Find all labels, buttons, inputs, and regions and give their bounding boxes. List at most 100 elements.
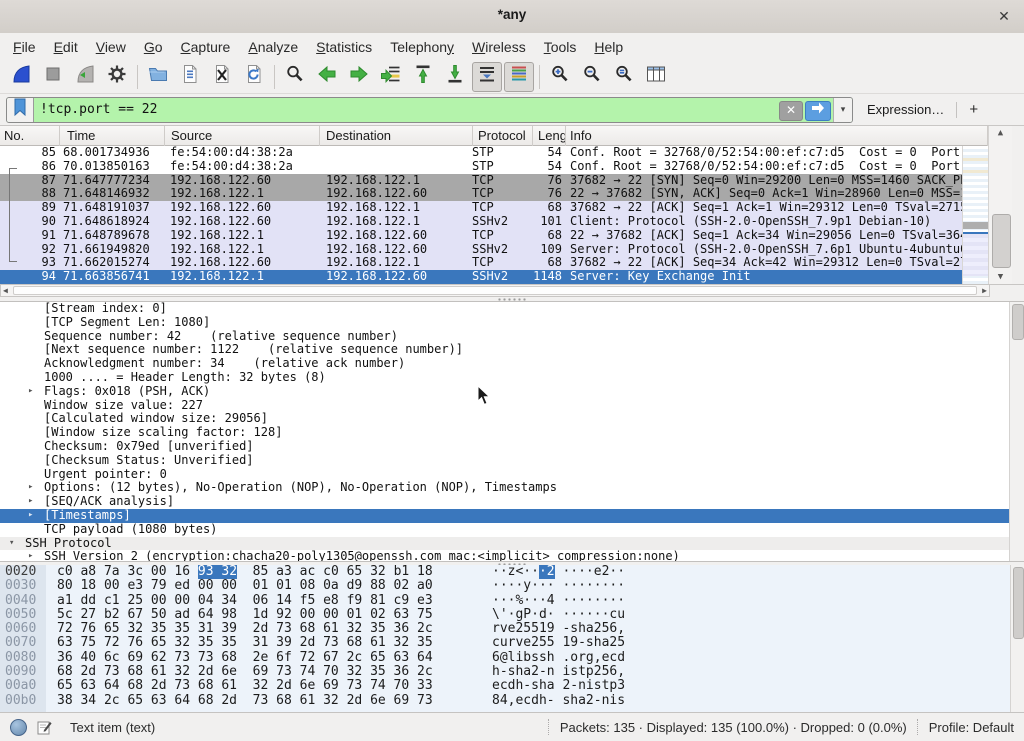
menu-tools[interactable]: Tools bbox=[535, 36, 586, 58]
detail-line-13[interactable]: ▸Options: (12 bytes), No-Operation (NOP)… bbox=[0, 481, 1024, 495]
scroll-left-icon[interactable]: ◀ bbox=[3, 285, 8, 296]
filter-dropdown-button[interactable]: ▾ bbox=[833, 98, 852, 122]
detail-line-4[interactable]: Acknowledgment number: 34 (relative ack … bbox=[0, 357, 1024, 371]
scroll-right-icon[interactable]: ▶ bbox=[982, 285, 987, 296]
hex-row-0030[interactable]: 003080 18 00 e3 79 ed 00 00 01 01 08 0a … bbox=[0, 579, 1024, 593]
hex-row-0050[interactable]: 00505c 27 b2 67 50 ad 64 98 1d 92 00 00 … bbox=[0, 608, 1024, 622]
detail-line-3[interactable]: [Next sequence number: 1122 (relative se… bbox=[0, 343, 1024, 357]
add-filter-button[interactable]: + bbox=[957, 101, 990, 118]
column-header-no[interactable]: No. bbox=[0, 126, 60, 146]
restart-capture-button[interactable] bbox=[70, 62, 100, 92]
packet-row-92[interactable]: 9271.661949820192.168.122.1192.168.122.6… bbox=[0, 243, 962, 257]
scroll-down-icon[interactable]: ▼ bbox=[989, 272, 1012, 282]
details-vscrollbar[interactable] bbox=[1009, 302, 1024, 561]
expand-icon[interactable]: ▸ bbox=[28, 509, 33, 523]
collapse-icon[interactable]: ▾ bbox=[9, 537, 14, 551]
hex-row-0080[interactable]: 008036 40 6c 69 62 73 73 68 2e 6f 72 67 … bbox=[0, 651, 1024, 665]
go-bottom-button[interactable] bbox=[440, 62, 470, 92]
hex-row-0090[interactable]: 009068 2d 73 68 61 32 2d 6e 69 73 74 70 … bbox=[0, 665, 1024, 679]
menu-edit[interactable]: Edit bbox=[45, 36, 87, 58]
detail-line-12[interactable]: Urgent pointer: 0 bbox=[0, 468, 1024, 482]
filter-bookmark-button[interactable] bbox=[7, 98, 34, 122]
hex-row-0060[interactable]: 006072 76 65 32 35 35 31 39 2d 73 68 61 … bbox=[0, 622, 1024, 636]
menu-wireless[interactable]: Wireless bbox=[463, 36, 535, 58]
packet-list-hscrollbar[interactable]: ◀ ▶ bbox=[0, 284, 990, 297]
go-to-packet-button[interactable] bbox=[376, 62, 406, 92]
save-file-button[interactable] bbox=[175, 62, 205, 92]
packet-row-94[interactable]: 9471.663856741192.168.122.1192.168.122.6… bbox=[0, 270, 962, 284]
expand-icon[interactable]: ▸ bbox=[28, 481, 33, 495]
packet-row-90[interactable]: 9071.648618924192.168.122.60192.168.122.… bbox=[0, 215, 962, 229]
column-header-length[interactable]: Length bbox=[533, 126, 566, 146]
open-file-button[interactable] bbox=[143, 62, 173, 92]
menu-analyze[interactable]: Analyze bbox=[239, 36, 307, 58]
expression-button[interactable]: Expression… bbox=[853, 102, 956, 117]
column-header-time[interactable]: Time bbox=[60, 126, 165, 146]
menu-go[interactable]: Go bbox=[135, 36, 172, 58]
capture-options-button[interactable] bbox=[102, 62, 132, 92]
column-header-source[interactable]: Source bbox=[165, 126, 320, 146]
hex-row-00a0[interactable]: 00a065 63 64 68 2d 73 68 61 32 2d 6e 69 … bbox=[0, 679, 1024, 693]
detail-line-11[interactable]: [Checksum Status: Unverified] bbox=[0, 454, 1024, 468]
packet-row-85[interactable]: 8568.001734936fe:54:00:d4:38:2aSTP54Conf… bbox=[0, 146, 962, 160]
zoom-original-button[interactable] bbox=[609, 62, 639, 92]
title-bar[interactable]: *any ✕ bbox=[0, 0, 1024, 34]
menu-file[interactable]: File bbox=[4, 36, 45, 58]
detail-line-6[interactable]: ▸Flags: 0x018 (PSH, ACK) bbox=[0, 385, 1024, 399]
profile-text[interactable]: Profile: Default bbox=[929, 720, 1014, 735]
display-filter-input[interactable] bbox=[34, 98, 779, 122]
hex-row-0070[interactable]: 007063 75 72 76 65 32 35 35 31 39 2d 73 … bbox=[0, 636, 1024, 650]
menu-telephony[interactable]: Telephony bbox=[381, 36, 463, 58]
detail-line-9[interactable]: [Window size scaling factor: 128] bbox=[0, 426, 1024, 440]
zoom-out-button[interactable] bbox=[577, 62, 607, 92]
column-header-destination[interactable]: Destination bbox=[320, 126, 473, 146]
hex-row-0020[interactable]: 0020c0 a8 7a 3c 00 16 93 32 85 a3 ac c0 … bbox=[0, 565, 1024, 579]
bytes-vscrollbar[interactable] bbox=[1010, 565, 1024, 712]
colorize-button[interactable] bbox=[504, 62, 534, 92]
detail-line-0[interactable]: [Stream index: 0] bbox=[0, 302, 1024, 316]
menu-view[interactable]: View bbox=[87, 36, 135, 58]
close-file-button[interactable] bbox=[207, 62, 237, 92]
go-back-button[interactable] bbox=[312, 62, 342, 92]
packet-row-87[interactable]: 8771.647777234192.168.122.60192.168.122.… bbox=[0, 174, 962, 188]
packet-row-89[interactable]: 8971.648191037192.168.122.60192.168.122.… bbox=[0, 201, 962, 215]
packet-row-91[interactable]: 9171.648789678192.168.122.1192.168.122.6… bbox=[0, 229, 962, 243]
capture-comment-icon[interactable] bbox=[37, 720, 52, 735]
detail-line-16[interactable]: TCP payload (1080 bytes) bbox=[0, 523, 1024, 537]
expand-icon[interactable]: ▸ bbox=[28, 495, 33, 509]
detail-line-1[interactable]: [TCP Segment Len: 1080] bbox=[0, 316, 1024, 330]
hscrollbar-thumb[interactable] bbox=[13, 286, 977, 295]
start-capture-button[interactable] bbox=[6, 62, 36, 92]
go-top-button[interactable] bbox=[408, 62, 438, 92]
expert-info-icon[interactable] bbox=[10, 719, 27, 736]
menu-help[interactable]: Help bbox=[585, 36, 632, 58]
detail-line-15[interactable]: ▸[Timestamps] bbox=[0, 509, 1024, 523]
packet-row-88[interactable]: 8871.648146932192.168.122.1192.168.122.6… bbox=[0, 187, 962, 201]
detail-line-5[interactable]: 1000 .... = Header Length: 32 bytes (8) bbox=[0, 371, 1024, 385]
menu-statistics[interactable]: Statistics bbox=[307, 36, 381, 58]
packet-row-86[interactable]: 8670.013850163fe:54:00:d4:38:2aSTP54Conf… bbox=[0, 160, 962, 174]
detail-line-18[interactable]: ▸SSH Version 2 (encryption:chacha20-poly… bbox=[0, 550, 1024, 561]
reload-file-button[interactable] bbox=[239, 62, 269, 92]
menu-capture[interactable]: Capture bbox=[172, 36, 240, 58]
resize-columns-button[interactable] bbox=[641, 62, 671, 92]
detail-line-10[interactable]: Checksum: 0x79ed [unverified] bbox=[0, 440, 1024, 454]
find-packet-button[interactable] bbox=[280, 62, 310, 92]
auto-scroll-button[interactable] bbox=[472, 62, 502, 92]
expand-icon[interactable]: ▸ bbox=[28, 385, 33, 399]
detail-line-14[interactable]: ▸[SEQ/ACK analysis] bbox=[0, 495, 1024, 509]
packet-list-vscrollbar[interactable]: ▲ ▼ bbox=[988, 126, 1012, 284]
scroll-up-icon[interactable]: ▲ bbox=[989, 128, 1012, 138]
detail-line-2[interactable]: Sequence number: 42 (relative sequence n… bbox=[0, 330, 1024, 344]
detail-line-8[interactable]: [Calculated window size: 29056] bbox=[0, 412, 1024, 426]
column-header-protocol[interactable]: Protocol bbox=[473, 126, 533, 146]
close-window-button[interactable]: ✕ bbox=[994, 6, 1014, 26]
hex-row-00b0[interactable]: 00b038 34 2c 65 63 64 68 2d 73 68 61 32 … bbox=[0, 694, 1024, 708]
column-header-info[interactable]: Info bbox=[566, 126, 988, 146]
vscrollbar-thumb[interactable] bbox=[992, 214, 1011, 268]
stop-capture-button[interactable] bbox=[38, 62, 68, 92]
detail-line-7[interactable]: Window size value: 227 bbox=[0, 399, 1024, 413]
zoom-in-button[interactable] bbox=[545, 62, 575, 92]
intelligent-scrollbar-minimap[interactable] bbox=[962, 146, 989, 284]
detail-line-17[interactable]: ▾SSH Protocol bbox=[0, 537, 1024, 551]
